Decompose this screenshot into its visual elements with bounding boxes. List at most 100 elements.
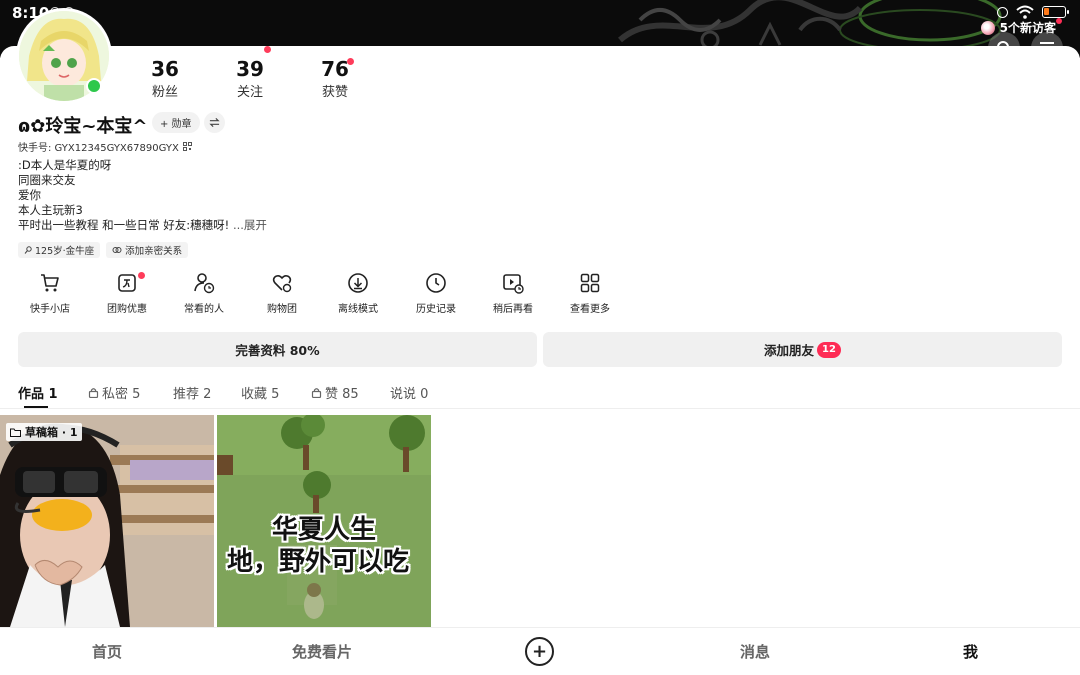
stat-value: 39 xyxy=(236,57,264,81)
switch-account-button[interactable] xyxy=(204,112,225,133)
nav-messages[interactable]: 消息 xyxy=(740,641,770,662)
swap-arrows-icon xyxy=(209,117,220,128)
group-buy-red-dot xyxy=(138,272,145,279)
tool-label: 查看更多 xyxy=(570,304,610,315)
video-caption-line2: 地，野外可以吃 xyxy=(226,547,409,577)
tab-private[interactable]: 私密 5 xyxy=(88,383,140,402)
active-tab-indicator xyxy=(24,406,48,408)
clock-icon xyxy=(426,273,446,293)
tool-see-more[interactable]: 查看更多 xyxy=(550,272,630,315)
plus-icon: + xyxy=(531,641,548,662)
grid-tile-video[interactable]: 华夏人生 地，野外可以吃 xyxy=(217,415,431,627)
likes-red-dot xyxy=(347,58,354,65)
tag-label: 添加亲密关系 xyxy=(125,246,183,257)
stat-label: 获赞 xyxy=(321,85,348,100)
tab-recommended[interactable]: 推荐 2 xyxy=(173,383,211,402)
bio-line: 本人主玩新3 xyxy=(18,203,83,217)
tools-row: 快手小店 团购优惠 常看的人 购物团 离线模式 历史记录 稍后再看 查看更多 xyxy=(0,272,640,324)
lock-icon xyxy=(311,388,322,398)
tab-label: 作品 1 xyxy=(18,387,58,402)
qr-code-icon xyxy=(182,142,192,151)
folder-icon xyxy=(10,428,21,437)
bio-line: 平时出一些教程 和一些日常 好友:穗穗呀! ...展开 xyxy=(18,218,267,233)
tab-works[interactable]: 作品 1 xyxy=(18,383,58,402)
bio-line: 同圈来交友 xyxy=(18,173,76,187)
kuaishou-id[interactable]: 快手号: GYX12345GYX67890GYX xyxy=(18,139,192,154)
stat-label: 关注 xyxy=(236,85,263,100)
profile-nickname: ɷ✿玲宝~本宝^ xyxy=(18,116,148,137)
stat-value: 36 xyxy=(151,57,179,81)
person-clock-icon xyxy=(194,273,215,294)
tab-liked[interactable]: 赞 85 xyxy=(311,383,359,402)
tab-label: 推荐 2 xyxy=(173,387,212,402)
visitor-avatar xyxy=(980,20,995,35)
profile-screen: 8:10 5个新访客 36 粉丝 39 关注 76 获赞 ɷ✿玲宝~本宝^ + … xyxy=(0,0,1080,675)
nav-free-movies[interactable]: 免费看片 xyxy=(292,641,352,662)
video-thumbnail xyxy=(0,415,214,627)
tool-frequent-people[interactable]: 常看的人 xyxy=(164,272,244,315)
grid-icon xyxy=(580,273,600,293)
heart-cart-icon xyxy=(272,274,292,293)
tool-label: 离线模式 xyxy=(338,304,378,315)
alarm-icon xyxy=(997,6,1008,18)
add-friend-button[interactable]: 添加朋友 12 xyxy=(543,332,1062,367)
tool-label: 快手小店 xyxy=(30,304,70,315)
bio-line-text: 平时出一些教程 和一些日常 好友:穗穗呀! xyxy=(18,218,230,232)
stat-fans[interactable]: 36 粉丝 xyxy=(140,58,190,100)
stat-following[interactable]: 39 关注 xyxy=(225,58,275,100)
coupon-icon xyxy=(118,274,136,292)
tool-group-buy[interactable]: 团购优惠 xyxy=(87,272,167,315)
add-intimate-relation-tag[interactable]: 添加亲密关系 xyxy=(106,242,189,258)
tool-label: 团购优惠 xyxy=(107,304,147,315)
tool-shop[interactable]: 快手小店 xyxy=(10,272,90,315)
create-post-button[interactable]: + xyxy=(525,637,554,666)
nav-home[interactable]: 首页 xyxy=(92,641,122,662)
tool-label: 稍后再看 xyxy=(493,304,533,315)
tool-offline-mode[interactable]: 离线模式 xyxy=(318,272,398,315)
complete-profile-button[interactable]: 完善资料 80% xyxy=(18,332,537,367)
add-badge-button[interactable]: + 勋章 xyxy=(152,112,200,133)
tab-label: 说说 0 xyxy=(390,387,429,402)
online-status-dot xyxy=(86,78,102,94)
profile-tags: 125岁·金牛座 添加亲密关系 xyxy=(18,242,189,258)
gender-icon xyxy=(24,246,32,254)
drafts-label-text: 草稿箱 · 1 xyxy=(25,426,78,439)
tab-favorites[interactable]: 收藏 5 xyxy=(241,383,279,402)
expand-bio-link[interactable]: ...展开 xyxy=(233,218,267,232)
tool-label: 常看的人 xyxy=(184,304,224,315)
tool-label: 历史记录 xyxy=(416,304,456,315)
visitor-red-dot xyxy=(1056,18,1062,24)
download-cloud-icon xyxy=(348,273,368,293)
tool-history[interactable]: 历史记录 xyxy=(396,272,476,315)
bio-line: 爱你 xyxy=(18,188,41,202)
tab-label: 赞 85 xyxy=(325,387,359,402)
works-grid: 草稿箱 · 1 华夏人生 地，野外可以吃 xyxy=(0,415,1080,627)
age-zodiac-tag[interactable]: 125岁·金牛座 xyxy=(18,242,101,258)
status-icons xyxy=(997,5,1069,19)
tag-label: 125岁·金牛座 xyxy=(35,246,95,257)
link-rings-icon xyxy=(112,247,122,253)
add-friend-count-badge: 12 xyxy=(817,341,841,358)
cart-icon xyxy=(41,274,59,292)
profile-bio[interactable]: :D本人是华夏的呀 同圈来交友 爱你 本人主玩新3 平时出一些教程 和一些日常 … xyxy=(18,158,267,233)
bottom-navigation: 首页 免费看片 + 消息 我 xyxy=(0,627,1080,675)
play-later-icon xyxy=(503,274,524,294)
tab-label: 私密 5 xyxy=(102,387,141,402)
following-red-dot xyxy=(264,46,271,53)
nav-me[interactable]: 我 xyxy=(963,641,978,662)
content-tabs: 作品 1 私密 5 推荐 2 收藏 5 赞 85 说说 0 xyxy=(0,377,1080,409)
bio-line: :D本人是华夏的呀 xyxy=(18,158,112,172)
tab-moments[interactable]: 说说 0 xyxy=(390,383,428,402)
tool-shopping-group[interactable]: 购物团 xyxy=(242,272,322,315)
lock-icon xyxy=(88,388,99,398)
kuaishou-id-text: 快手号: GYX12345GYX67890GYX xyxy=(18,143,179,154)
wifi-icon xyxy=(1016,5,1034,19)
complete-profile-label: 完善资料 80% xyxy=(235,343,320,358)
tool-watch-later[interactable]: 稍后再看 xyxy=(473,272,553,315)
drafts-label: 草稿箱 · 1 xyxy=(6,423,82,441)
grid-tile-drafts[interactable]: 草稿箱 · 1 xyxy=(0,415,214,627)
stat-label: 粉丝 xyxy=(151,85,178,100)
battery-icon xyxy=(1042,6,1069,18)
add-friend-label: 添加朋友 xyxy=(764,343,815,358)
tab-label: 收藏 5 xyxy=(241,387,280,402)
